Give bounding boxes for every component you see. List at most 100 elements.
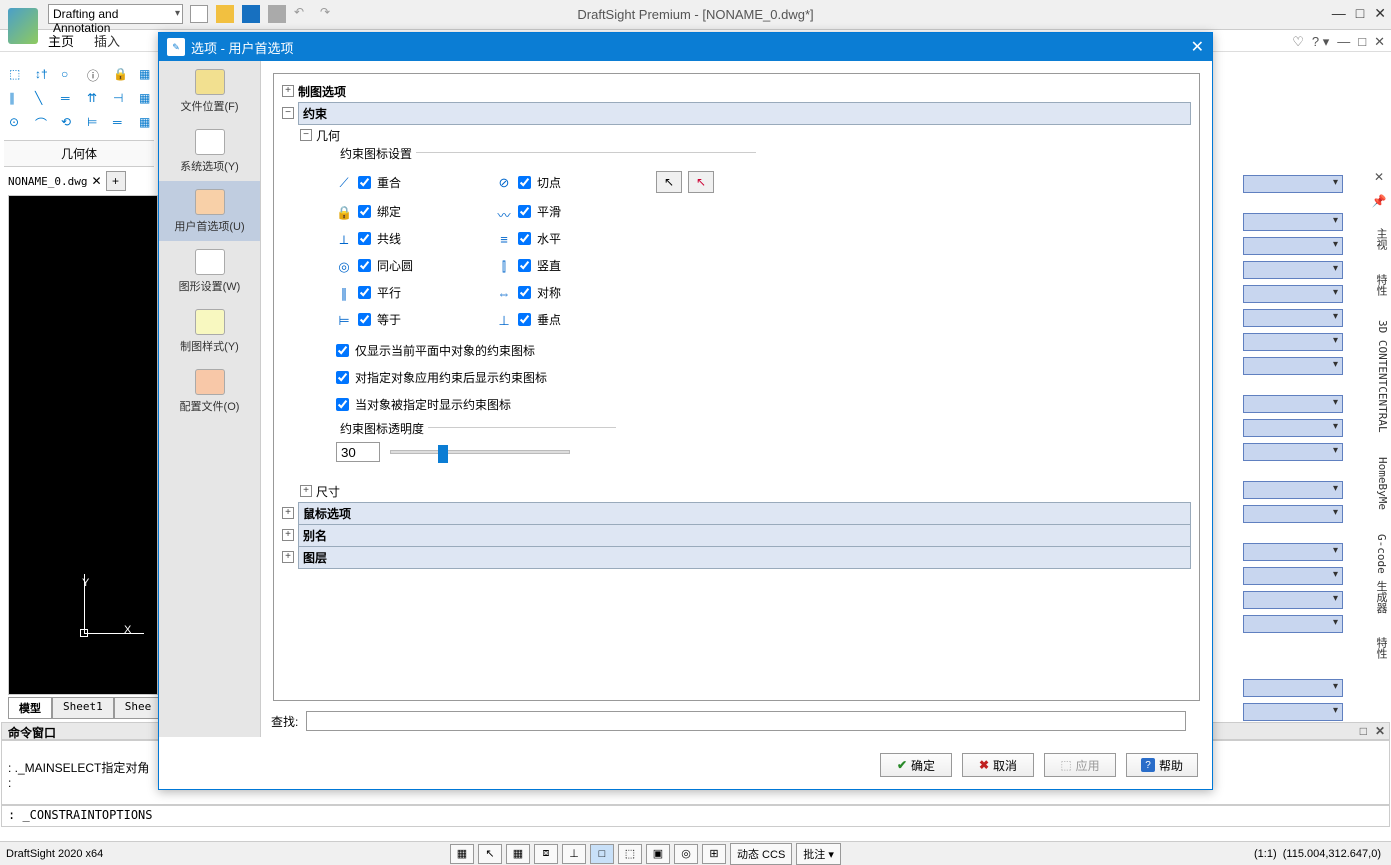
cmd-close-icon[interactable]: ✕: [1375, 724, 1385, 738]
expand-icon[interactable]: +: [282, 551, 294, 563]
tool-icon[interactable]: ⓘ: [86, 66, 106, 86]
prop-dropdown[interactable]: [1243, 309, 1343, 327]
sidebar-item-drawing[interactable]: 图形设置(W): [159, 241, 260, 301]
spine-props2[interactable]: 特性: [1369, 627, 1391, 669]
tool-icon[interactable]: ⬚: [8, 66, 28, 86]
prop-dropdown[interactable]: [1243, 567, 1343, 585]
spine-pin-icon[interactable]: 📌: [1369, 194, 1389, 214]
sidebar-item-style[interactable]: 制图样式(Y): [159, 301, 260, 361]
tree-constraint[interactable]: 约束: [298, 102, 1191, 125]
dialog-close-icon[interactable]: ✕: [1191, 37, 1204, 57]
prop-dropdown[interactable]: [1243, 615, 1343, 633]
spine-props[interactable]: 特性: [1369, 264, 1391, 306]
tree-layer[interactable]: 图层: [298, 546, 1191, 569]
ok-button[interactable]: ✔确定: [880, 753, 952, 777]
chk-vertical[interactable]: [518, 259, 531, 272]
prop-dropdown[interactable]: [1243, 505, 1343, 523]
workspace-dropdown[interactable]: Drafting and Annotation ▾: [48, 4, 183, 24]
maximize-icon[interactable]: □: [1356, 5, 1364, 22]
tool-icon[interactable]: ═: [112, 114, 132, 134]
doc-tab-close-icon[interactable]: ✕: [91, 174, 101, 188]
help-icon[interactable]: ? ▾: [1312, 34, 1329, 50]
heart-icon[interactable]: ♡: [1292, 34, 1304, 50]
prop-dropdown[interactable]: [1243, 237, 1343, 255]
expand-icon[interactable]: +: [282, 507, 294, 519]
prop-dropdown[interactable]: [1243, 481, 1343, 499]
collapse-icon[interactable]: −: [282, 107, 294, 119]
command-input[interactable]: : _CONSTRAINTOPTIONS: [1, 805, 1390, 827]
tree-dimension[interactable]: 尺寸: [316, 483, 340, 500]
tree-mouse[interactable]: 鼠标选项: [298, 502, 1191, 525]
chk-symmetric[interactable]: [518, 286, 531, 299]
spine-home[interactable]: HomeByMe: [1369, 447, 1391, 520]
chk-horizontal[interactable]: [518, 232, 531, 245]
sidebar-item-profile[interactable]: 配置文件(O): [159, 361, 260, 421]
tool-icon[interactable]: ⊣: [112, 90, 132, 110]
status-tool-icon[interactable]: ▣: [646, 844, 670, 864]
drawing-canvas[interactable]: Y X: [8, 195, 158, 695]
chk-tangent[interactable]: [518, 176, 531, 189]
sheet-tab-2[interactable]: Shee: [114, 697, 163, 719]
spine-close-icon[interactable]: ✕: [1369, 170, 1389, 190]
tool-icon[interactable]: ⟲: [60, 114, 80, 134]
sheet-tab-1[interactable]: Sheet1: [52, 697, 114, 719]
minimize-icon[interactable]: —: [1332, 5, 1346, 22]
sidebar-item-user[interactable]: 用户首选项(U): [159, 181, 260, 241]
tool-icon[interactable]: ▦: [138, 90, 158, 110]
prop-dropdown[interactable]: [1243, 285, 1343, 303]
tool-icon[interactable]: ⊨: [86, 114, 106, 134]
prop-dropdown[interactable]: [1243, 543, 1343, 561]
doc-max-icon[interactable]: □: [1358, 34, 1366, 50]
prop-dropdown[interactable]: [1243, 443, 1343, 461]
clear-all-icon[interactable]: ↖: [688, 171, 714, 193]
sheet-tab-model[interactable]: 模型: [8, 697, 52, 719]
cancel-button[interactable]: ✖取消: [962, 753, 1034, 777]
chk-concentric[interactable]: [358, 259, 371, 272]
tool-icon[interactable]: ∥: [8, 90, 28, 110]
tree-alias[interactable]: 别名: [298, 524, 1191, 547]
prop-dropdown[interactable]: [1243, 679, 1343, 697]
chk-long3[interactable]: [336, 398, 349, 411]
help-button[interactable]: ?帮助: [1126, 753, 1198, 777]
prop-dropdown[interactable]: [1243, 591, 1343, 609]
prop-dropdown[interactable]: [1243, 395, 1343, 413]
undo-icon[interactable]: ↶: [294, 5, 312, 23]
sidebar-item-file[interactable]: 文件位置(F): [159, 61, 260, 121]
transparency-slider[interactable]: [390, 445, 570, 459]
status-tool-icon[interactable]: □: [590, 844, 614, 864]
tool-icon[interactable]: ═: [60, 90, 80, 110]
doc-min-icon[interactable]: —: [1337, 34, 1350, 50]
close-icon[interactable]: ✕: [1374, 5, 1386, 22]
spine-gcode[interactable]: G-code 生成器: [1369, 524, 1391, 623]
dialog-titlebar[interactable]: ✎ 选项 - 用户首选项 ✕: [159, 33, 1212, 61]
add-tab-button[interactable]: +: [106, 171, 126, 191]
status-tool-icon[interactable]: ◎: [674, 844, 698, 864]
expand-icon[interactable]: +: [282, 529, 294, 541]
collapse-icon[interactable]: −: [300, 129, 312, 141]
prop-dropdown[interactable]: [1243, 703, 1343, 721]
tool-icon[interactable]: ⊙: [8, 114, 28, 134]
prop-dropdown[interactable]: [1243, 333, 1343, 351]
tool-icon[interactable]: ○: [60, 66, 80, 86]
status-dccs[interactable]: 动态 CCS: [730, 843, 792, 865]
print-icon[interactable]: [268, 5, 286, 23]
search-input[interactable]: [306, 711, 1186, 731]
select-all-icon[interactable]: ↖: [656, 171, 682, 193]
status-tool-icon[interactable]: ⊥: [562, 844, 586, 864]
prop-dropdown[interactable]: [1243, 261, 1343, 279]
status-tool-icon[interactable]: ⧈: [534, 844, 558, 864]
spine-cc[interactable]: 3D CONTENTCENTRAL: [1369, 310, 1391, 443]
expand-icon[interactable]: +: [282, 85, 294, 97]
tree-geometry[interactable]: 几何: [316, 127, 340, 144]
prop-dropdown[interactable]: [1243, 213, 1343, 231]
spine-main[interactable]: 主视: [1369, 218, 1391, 260]
doc-tab-name[interactable]: NONAME_0.dwg: [8, 175, 87, 188]
tool-icon[interactable]: ⌒: [34, 114, 54, 134]
chk-smooth[interactable]: [518, 205, 531, 218]
chk-coincident[interactable]: [358, 176, 371, 189]
open-icon[interactable]: [216, 5, 234, 23]
doc-close-icon[interactable]: ✕: [1374, 34, 1385, 50]
chk-perpendicular[interactable]: [518, 313, 531, 326]
tool-icon[interactable]: ↕†: [34, 66, 54, 86]
new-icon[interactable]: [190, 5, 208, 23]
